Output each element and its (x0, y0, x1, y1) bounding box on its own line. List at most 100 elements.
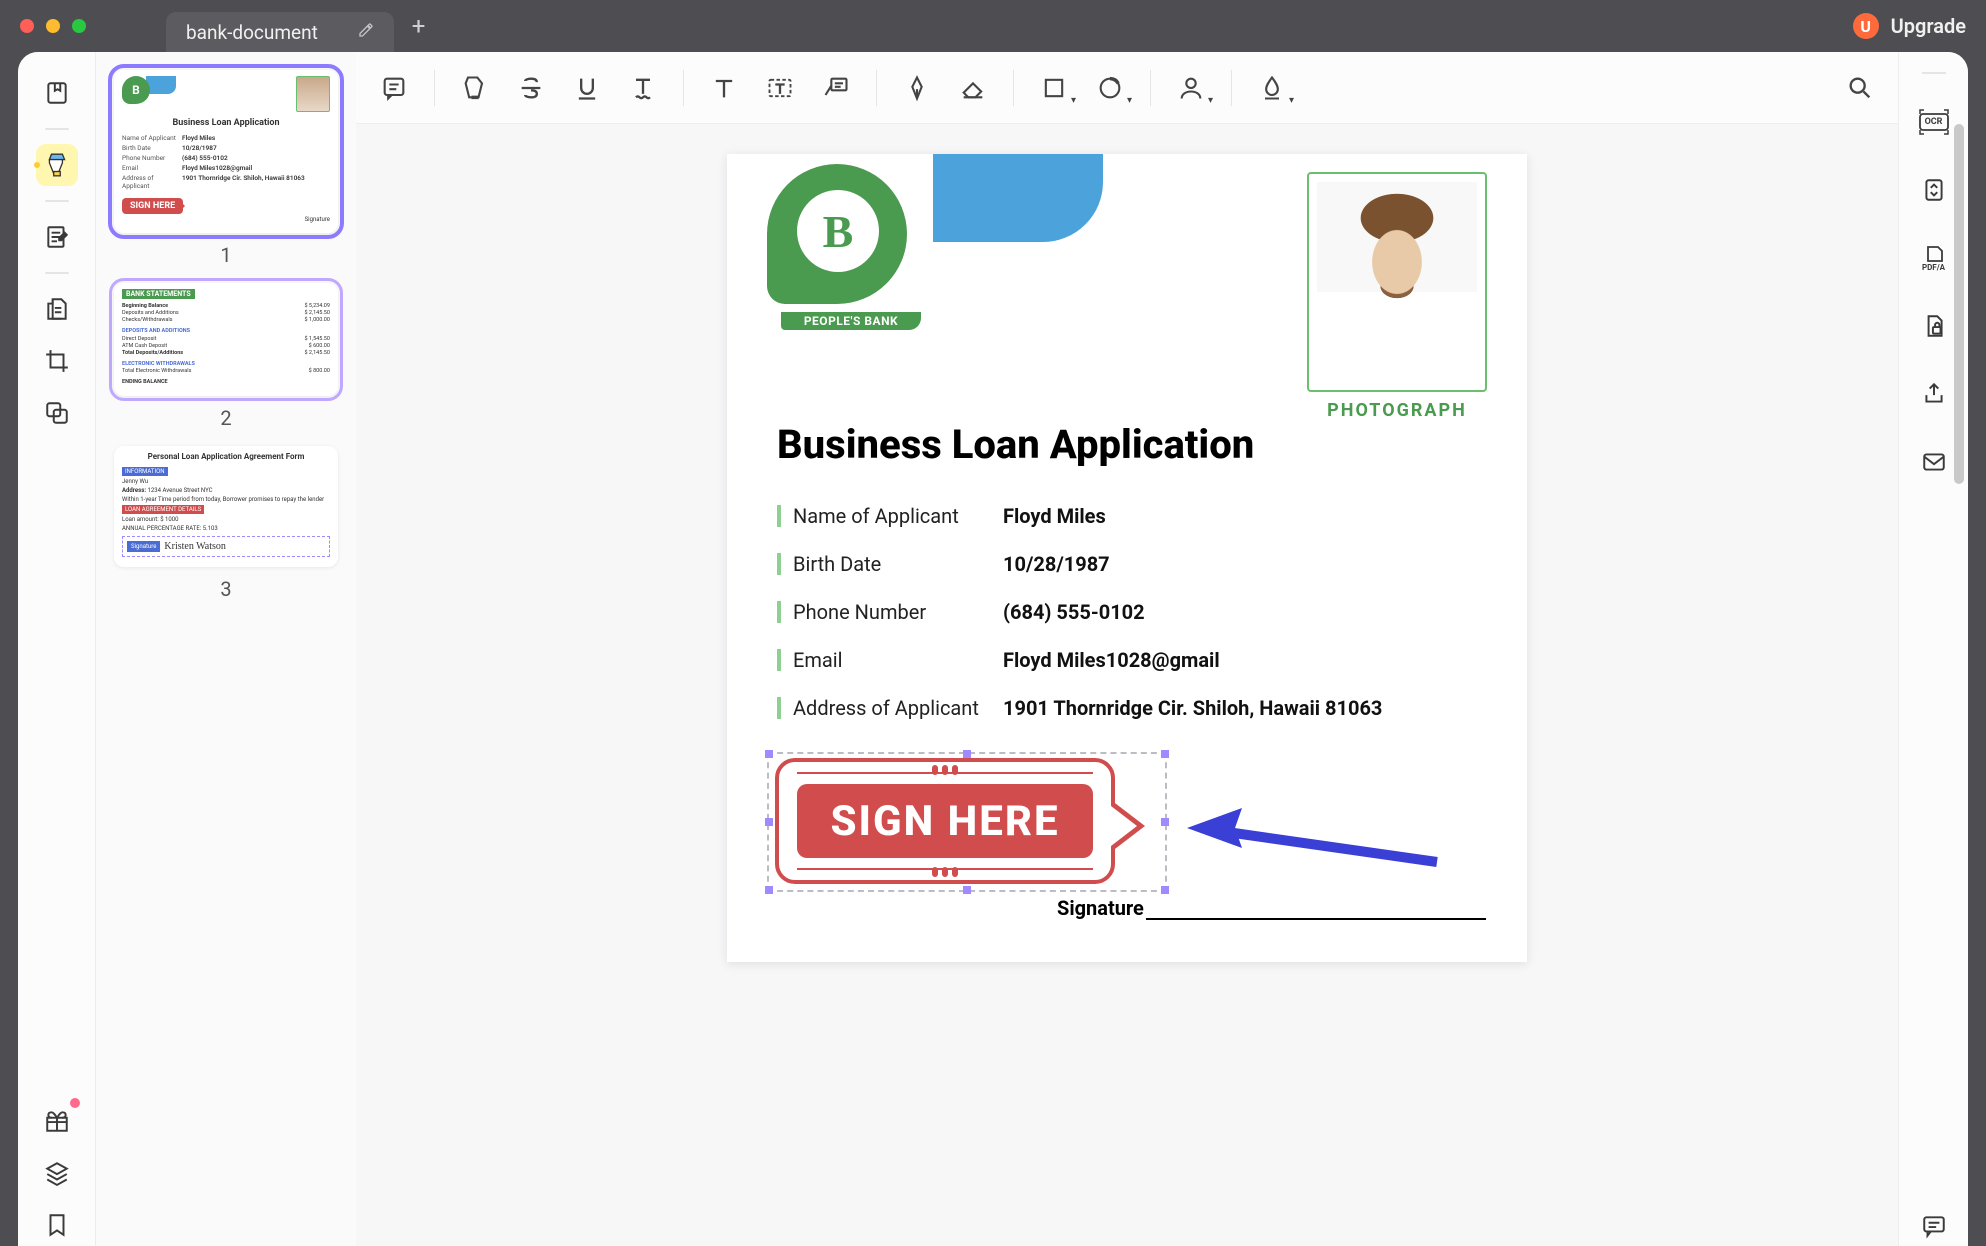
fill-sign-tool-button[interactable] (36, 216, 78, 258)
thumbnail-item[interactable]: Personal Loan Application Agreement Form… (114, 446, 338, 605)
lock-document-button[interactable] (1914, 306, 1954, 346)
page-canvas[interactable]: B PEOPLE'S BANK PHOTOGRAPH Business Loan… (727, 154, 1527, 962)
search-button[interactable] (1836, 64, 1884, 112)
pen-tool-button[interactable] (893, 64, 941, 112)
page-edit-tool-button[interactable] (36, 288, 78, 330)
field-row: Address of Applicant 1901 Thornridge Cir… (777, 684, 1477, 732)
thumbnail-page-1[interactable]: Business Loan Application Name of Applic… (114, 70, 338, 233)
field-label: Address of Applicant (793, 696, 1003, 720)
shape-tool-button[interactable]: ▾ (1030, 64, 1078, 112)
thumbnail-item[interactable]: Business Loan Application Name of Applic… (114, 70, 338, 271)
resize-handle[interactable] (1161, 750, 1169, 758)
bookmark-ribbon-button[interactable] (36, 1204, 78, 1246)
field-accent-bar (777, 601, 781, 623)
sign-here-stamp[interactable]: SIGN HERE (775, 758, 1115, 884)
applicant-fields: Name of Applicant Floyd Miles Birth Date… (727, 468, 1527, 742)
thumbnail-page-2[interactable]: BANK STATEMENTS Beginning Balance$ 5,234… (114, 283, 338, 396)
new-tab-button[interactable]: + (394, 12, 444, 40)
toolbar-separator (876, 70, 877, 106)
callout-tool-button[interactable] (812, 64, 860, 112)
rename-tab-icon[interactable] (358, 22, 374, 42)
bookmark-panel-button[interactable] (36, 72, 78, 114)
photograph-label: PHOTOGRAPH (1307, 400, 1487, 421)
applicant-photo (1317, 182, 1477, 382)
stamp-decoration (797, 868, 1093, 870)
eraser-tool-button[interactable] (949, 64, 997, 112)
resize-handle[interactable] (765, 818, 773, 826)
convert-button[interactable] (1914, 170, 1954, 210)
highlight-tool-button[interactable] (36, 144, 78, 186)
ocr-button[interactable]: OCR (1914, 102, 1954, 142)
resize-handle[interactable] (765, 886, 773, 894)
signature-line: Signature (1057, 896, 1486, 920)
share-button[interactable] (1914, 374, 1954, 414)
field-value: Floyd Miles (1003, 504, 1106, 528)
textbox-tool-button[interactable] (756, 64, 804, 112)
thumbnail-number: 3 (114, 567, 338, 605)
upgrade-badge-icon: U (1853, 13, 1879, 39)
instruction-arrow-icon (1187, 802, 1447, 886)
upgrade-button[interactable]: U Upgrade (1853, 13, 1966, 39)
field-row: Phone Number (684) 555-0102 (777, 588, 1477, 636)
ink-sign-tool-button[interactable]: ▾ (1248, 64, 1296, 112)
app-window: Business Loan Application Name of Applic… (18, 52, 1968, 1246)
close-window-button[interactable] (20, 19, 34, 33)
thumb2-title: BANK STATEMENTS (122, 289, 195, 299)
field-accent-bar (777, 505, 781, 527)
note-tool-button[interactable] (370, 64, 418, 112)
field-row: Birth Date 10/28/1987 (777, 540, 1477, 588)
minimize-window-button[interactable] (46, 19, 60, 33)
crop-tool-button[interactable] (36, 340, 78, 382)
field-value: 1901 Thornridge Cir. Shiloh, Hawaii 8106… (1003, 696, 1382, 720)
signature-profile-button[interactable]: ▾ (1167, 64, 1215, 112)
layers-button[interactable] (36, 1152, 78, 1194)
field-value: 10/28/1987 (1003, 552, 1110, 576)
pdfa-label: PDF/A (1922, 263, 1945, 272)
highlighter-tool-button[interactable] (451, 64, 499, 112)
resize-handle[interactable] (963, 886, 971, 894)
window-controls (20, 19, 86, 33)
field-accent-bar (777, 697, 781, 719)
bank-name-label: PEOPLE'S BANK (781, 312, 921, 330)
thumbnail-page-3[interactable]: Personal Loan Application Agreement Form… (114, 446, 338, 567)
comments-panel-button[interactable] (1914, 1206, 1954, 1246)
document-title: Business Loan Application (727, 421, 1527, 468)
rail-separator (45, 200, 69, 202)
stamp-tool-button[interactable]: ▾ (1086, 64, 1134, 112)
dropdown-caret-icon: ▾ (1208, 95, 1213, 106)
bank-logo: B PEOPLE'S BANK (767, 154, 987, 354)
page-header: B PEOPLE'S BANK PHOTOGRAPH (727, 154, 1527, 421)
field-label: Phone Number (793, 600, 1003, 624)
resize-handle[interactable] (963, 750, 971, 758)
field-value: (684) 555-0102 (1003, 600, 1145, 624)
field-row: Name of Applicant Floyd Miles (777, 492, 1477, 540)
compare-tool-button[interactable] (36, 392, 78, 434)
toolbar-separator (1150, 70, 1151, 106)
thumbnails-panel[interactable]: Business Loan Application Name of Applic… (96, 52, 356, 1246)
squiggly-tool-button[interactable] (619, 64, 667, 112)
pdfa-button[interactable]: PDF/A (1914, 238, 1954, 278)
blue-accent-shape (933, 154, 1103, 242)
text-tool-button[interactable] (700, 64, 748, 112)
resize-handle[interactable] (1161, 818, 1169, 826)
email-button[interactable] (1914, 442, 1954, 482)
resize-handle[interactable] (1161, 886, 1169, 894)
gift-button[interactable] (36, 1100, 78, 1142)
strikethrough-tool-button[interactable] (507, 64, 555, 112)
thumbnail-item[interactable]: BANK STATEMENTS Beginning Balance$ 5,234… (114, 283, 338, 434)
document-viewport[interactable]: B PEOPLE'S BANK PHOTOGRAPH Business Loan… (356, 124, 1898, 1246)
document-tab[interactable]: bank-document (166, 12, 394, 52)
thumb3-title: Personal Loan Application Agreement Form (122, 452, 330, 461)
mini-blue-shape (146, 76, 176, 94)
underline-tool-button[interactable] (563, 64, 611, 112)
resize-handle[interactable] (765, 750, 773, 758)
toolbar-separator (434, 70, 435, 106)
signature-underline (1146, 900, 1486, 920)
maximize-window-button[interactable] (72, 19, 86, 33)
field-value: Floyd Miles1028@gmail (1003, 648, 1220, 672)
signature-label: Signature (1057, 896, 1144, 920)
vertical-scrollbar[interactable] (1954, 124, 1964, 484)
mini-logo-icon (122, 76, 150, 104)
annotation-toolbar: ▾ ▾ ▾ ▾ (356, 52, 1898, 124)
dropdown-caret-icon: ▾ (1071, 95, 1076, 106)
